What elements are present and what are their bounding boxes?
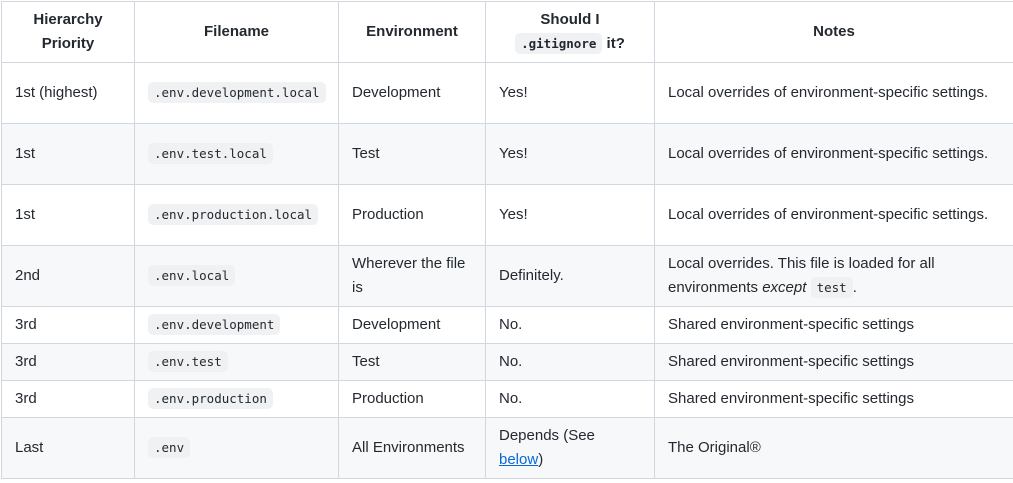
- header-gitignore-suffix: it?: [602, 35, 625, 52]
- notes-emphasis: except: [762, 279, 806, 296]
- header-gitignore-line1: Should I: [540, 11, 599, 28]
- cell-environment: Wherever the file is: [339, 246, 486, 307]
- cell-notes: Local overrides. This file is loaded for…: [655, 246, 1013, 307]
- cell-priority: 1st: [2, 185, 135, 246]
- cell-priority: 3rd: [2, 344, 135, 381]
- filename-code: .env.test: [148, 351, 228, 372]
- filename-code: .env.development: [148, 314, 280, 335]
- table-row: 3rd .env.development Development No. Sha…: [2, 307, 1013, 344]
- cell-priority: 1st (highest): [2, 63, 135, 124]
- cell-environment: Production: [339, 185, 486, 246]
- cell-notes: Local overrides of environment-specific …: [655, 124, 1013, 185]
- cell-filename: .env.development.local: [135, 63, 339, 124]
- cell-environment: Development: [339, 307, 486, 344]
- cell-environment: Test: [339, 344, 486, 381]
- cell-filename: .env.production.local: [135, 185, 339, 246]
- header-notes: Notes: [655, 2, 1013, 63]
- cell-filename: .env.development: [135, 307, 339, 344]
- cell-priority: 1st: [2, 124, 135, 185]
- env-files-table: Hierarchy Priority Filename Environment S…: [1, 1, 1013, 479]
- cell-gitignore: Yes!: [486, 124, 655, 185]
- header-priority-line2: Priority: [42, 35, 95, 52]
- filename-code: .env: [148, 437, 190, 458]
- cell-notes: Local overrides of environment-specific …: [655, 63, 1013, 124]
- table-row: 3rd .env.test Test No. Shared environmen…: [2, 344, 1013, 381]
- cell-notes: Local overrides of environment-specific …: [655, 185, 1013, 246]
- filename-code: .env.development.local: [148, 82, 326, 103]
- header-gitignore-code: .gitignore: [515, 33, 602, 54]
- cell-gitignore: No.: [486, 381, 655, 418]
- gitignore-prefix: Depends (See: [499, 427, 595, 444]
- cell-notes: Shared environment-specific settings: [655, 381, 1013, 418]
- table-row: 1st (highest) .env.development.local Dev…: [2, 63, 1013, 124]
- cell-priority: 3rd: [2, 307, 135, 344]
- cell-environment: Production: [339, 381, 486, 418]
- header-priority: Hierarchy Priority: [2, 2, 135, 63]
- table-row: 1st .env.test.local Test Yes! Local over…: [2, 124, 1013, 185]
- filename-code: .env.production.local: [148, 204, 318, 225]
- cell-priority: 3rd: [2, 381, 135, 418]
- header-environment: Environment: [339, 2, 486, 63]
- cell-filename: .env.test: [135, 344, 339, 381]
- cell-gitignore: No.: [486, 307, 655, 344]
- cell-filename: .env: [135, 418, 339, 479]
- filename-code: .env.production: [148, 388, 273, 409]
- cell-gitignore: Depends (See below): [486, 418, 655, 479]
- cell-environment: Development: [339, 63, 486, 124]
- header-gitignore: Should I .gitignore it?: [486, 2, 655, 63]
- cell-priority: 2nd: [2, 246, 135, 307]
- table-row: Last .env All Environments Depends (See …: [2, 418, 1013, 479]
- cell-gitignore: Yes!: [486, 185, 655, 246]
- filename-code: .env.test.local: [148, 143, 273, 164]
- filename-code: .env.local: [148, 265, 235, 286]
- cell-environment: All Environments: [339, 418, 486, 479]
- cell-filename: .env.test.local: [135, 124, 339, 185]
- cell-environment: Test: [339, 124, 486, 185]
- header-row: Hierarchy Priority Filename Environment S…: [2, 2, 1013, 63]
- cell-priority: Last: [2, 418, 135, 479]
- cell-notes: Shared environment-specific settings: [655, 307, 1013, 344]
- table-row: 3rd .env.production Production No. Share…: [2, 381, 1013, 418]
- cell-filename: .env.local: [135, 246, 339, 307]
- gitignore-suffix: ): [538, 451, 543, 468]
- cell-notes: Shared environment-specific settings: [655, 344, 1013, 381]
- cell-gitignore: Yes!: [486, 63, 655, 124]
- header-filename: Filename: [135, 2, 339, 63]
- table-row: 2nd .env.local Wherever the file is Defi…: [2, 246, 1013, 307]
- cell-gitignore: No.: [486, 344, 655, 381]
- notes-code: test: [811, 277, 853, 298]
- cell-notes: The Original®: [655, 418, 1013, 479]
- cell-gitignore: Definitely.: [486, 246, 655, 307]
- below-link[interactable]: below: [499, 451, 538, 468]
- table-row: 1st .env.production.local Production Yes…: [2, 185, 1013, 246]
- cell-filename: .env.production: [135, 381, 339, 418]
- notes-suffix: .: [853, 279, 857, 296]
- header-priority-line1: Hierarchy: [33, 11, 102, 28]
